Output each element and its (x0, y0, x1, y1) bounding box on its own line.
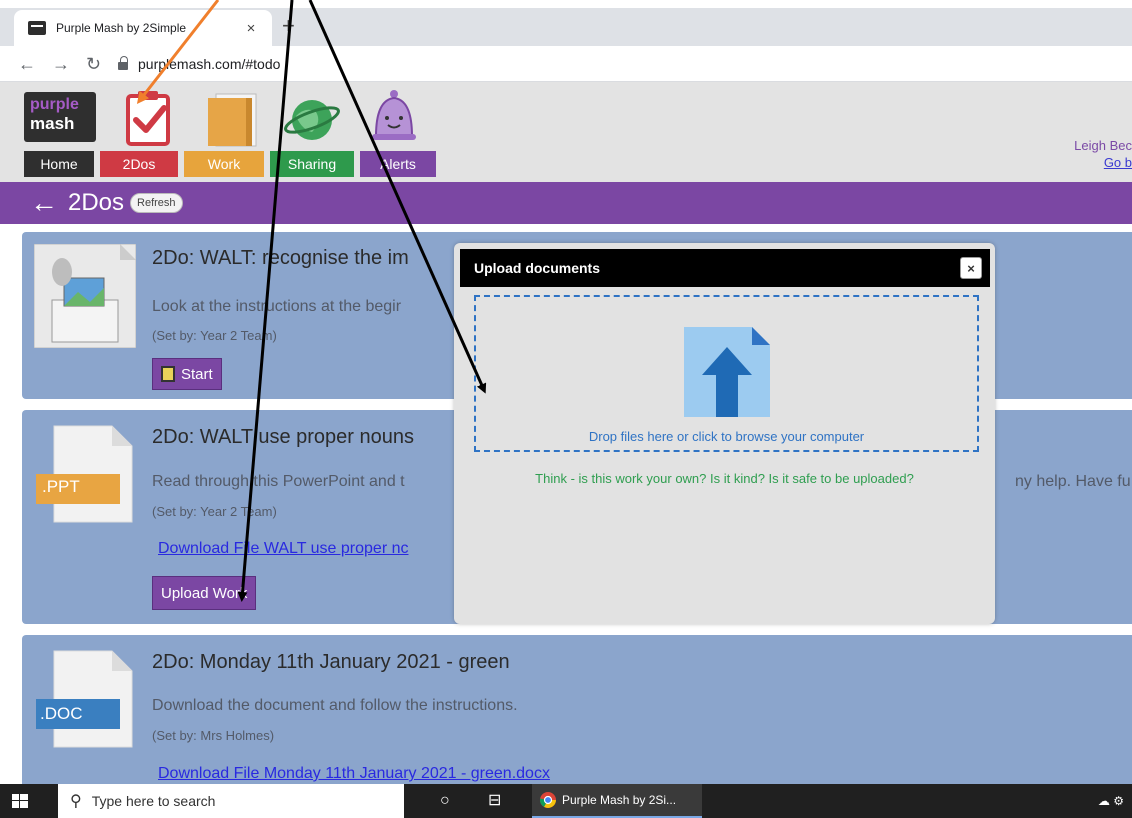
dropzone-text: Drop files here or click to browse your … (588, 429, 865, 444)
nav-2dos-label: 2Dos (122, 156, 156, 172)
upload-arrow-icon (684, 327, 770, 417)
download-file-link[interactable]: Download File Monday 11th January 2021 -… (158, 765, 550, 783)
taskbar-chrome-label: Purple Mash by 2Si... (562, 793, 677, 807)
taskbar-search-placeholder: Type here to search (91, 793, 216, 809)
dialog-close-button[interactable]: × (960, 257, 982, 279)
todo-set-by: (Set by: Year 2 Team) (152, 504, 277, 519)
user-name: Leigh Bec (1074, 138, 1132, 153)
address-url: purplemash.com/#todo (138, 56, 281, 72)
page-title: 2Dos (68, 189, 125, 216)
user-info: Leigh Bec Go b (1062, 137, 1132, 171)
todo-title: 2Do: WALT use proper nouns (152, 426, 414, 448)
start-label: Start (181, 365, 213, 383)
todo-set-by: (Set by: Year 2 Team) (152, 328, 277, 343)
paint-document-thumbnail-icon (34, 244, 136, 348)
logo-line2: mash (30, 114, 75, 133)
bell-alerts-icon[interactable] (364, 88, 424, 148)
windows-taskbar: ⚲ Type here to search ○ ⊟ Purple Mash by… (0, 784, 1132, 818)
nav-alerts-label: Alerts (380, 156, 416, 172)
todo-set-by: (Set by: Mrs Holmes) (152, 728, 275, 743)
purple-mash-favicon-icon (28, 21, 46, 35)
forward-arrow-icon[interactable]: → (52, 52, 70, 76)
start-button[interactable]: Start (152, 358, 222, 390)
nav-2dos-button[interactable]: 2Dos (100, 151, 178, 177)
task-view-icon[interactable]: ⊟ (488, 792, 501, 810)
nav-home-button[interactable]: Home (24, 151, 94, 177)
purple-mash-logo[interactable]: purple mash (24, 92, 96, 142)
upload-work-label: Upload Work (161, 584, 248, 602)
cortana-icon[interactable]: ○ (440, 792, 450, 810)
globe-sharing-icon[interactable] (282, 88, 342, 148)
nav-alerts-button[interactable]: Alerts (360, 151, 436, 177)
browser-tabstrip: Purple Mash by 2Simple × + (0, 0, 1132, 46)
back-arrow-icon[interactable]: ← (18, 52, 36, 76)
todo-title: 2Do: Monday 11th January 2021 - green (152, 651, 510, 673)
folder-work-icon[interactable] (202, 88, 262, 148)
chrome-icon (540, 792, 556, 808)
nav-home-label: Home (40, 156, 78, 172)
app-header: purple mash Home 2Dos Work Sharing Alert… (0, 82, 1132, 182)
refresh-button[interactable]: Refresh (130, 193, 183, 213)
reload-icon[interactable]: ↻ (86, 52, 101, 76)
tab-close-icon[interactable]: × (242, 20, 260, 37)
new-tab-button[interactable]: + (282, 14, 295, 38)
search-icon: ⚲ (70, 793, 82, 810)
lock-icon (118, 56, 128, 70)
todo-description-tail: ny help. Have fu (1015, 473, 1131, 490)
upload-work-button[interactable]: Upload Work (152, 576, 257, 610)
windows-start-icon[interactable] (12, 794, 28, 808)
browser-toolbar: ← → ↻ purplemash.com/#todo (0, 46, 1132, 82)
browser-tab[interactable]: Purple Mash by 2Simple × (14, 10, 272, 46)
upload-documents-dialog: Upload documents × Drop files here or cl… (454, 243, 995, 624)
clipboard-check-icon[interactable] (122, 88, 182, 148)
ppt-file-icon (36, 425, 133, 523)
taskbar-search-box[interactable]: ⚲ Type here to search (58, 784, 404, 818)
back-arrow-icon[interactable]: ← (30, 189, 58, 217)
nav-sharing-label: Sharing (287, 156, 337, 172)
dialog-header: Upload documents × (460, 249, 990, 287)
system-tray-icons[interactable]: ☁ ⚙ (1098, 794, 1124, 808)
logo-line1: purple (30, 96, 79, 113)
file-dropzone[interactable]: Drop files here or click to browse your … (474, 295, 979, 452)
todo-card: .DOC 2Do: Monday 11th January 2021 - gre… (22, 635, 1132, 795)
todo-description: Read through this PowerPoint and t (152, 473, 405, 490)
nav-work-label: Work (207, 156, 241, 172)
todo-title: 2Do: WALT: recognise the im (152, 247, 409, 269)
nav-sharing-button[interactable]: Sharing (270, 151, 354, 177)
go-back-link[interactable]: Go b (1062, 154, 1132, 171)
nav-work-button[interactable]: Work (184, 151, 264, 177)
taskbar-chrome-window[interactable]: Purple Mash by 2Si... (532, 784, 702, 818)
doc-file-label: .DOC (40, 704, 83, 723)
clipboard-icon (161, 366, 175, 382)
todo-description: Download the document and follow the ins… (152, 697, 518, 714)
dialog-title: Upload documents (474, 260, 601, 276)
page-title-bar: ← 2Dos Refresh (0, 182, 1132, 224)
ppt-file-label: .PPT (42, 477, 80, 496)
upload-warning-text: Think - is this work your own? Is it kin… (535, 471, 914, 486)
todo-description: Look at the instructions at the begir (152, 298, 402, 315)
doc-file-icon (36, 650, 133, 748)
address-bar[interactable]: purplemash.com/#todo (118, 49, 1118, 79)
tab-title: Purple Mash by 2Simple (56, 21, 187, 35)
download-file-link[interactable]: Download File WALT use proper nc (158, 540, 408, 558)
